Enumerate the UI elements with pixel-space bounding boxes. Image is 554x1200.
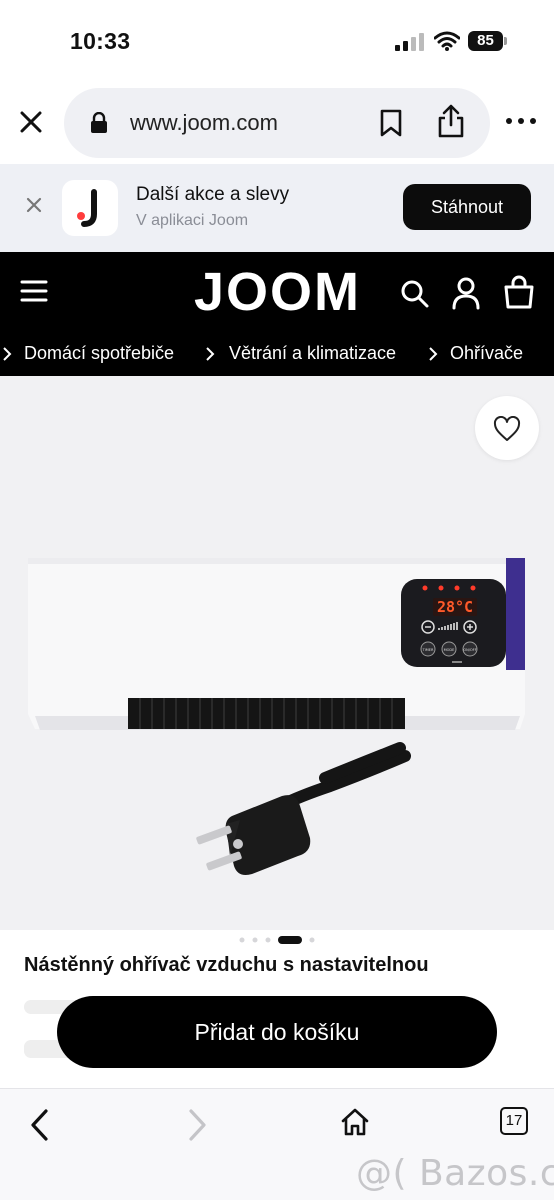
product-title: Nástěnný ohřívač vzduchu s nastavitelnou	[24, 954, 429, 976]
more-icon[interactable]	[505, 116, 537, 126]
user-icon[interactable]	[451, 276, 481, 310]
close-icon[interactable]	[16, 107, 46, 137]
browser-bottom-bar: 17 @( Bazos.cz	[0, 1088, 554, 1200]
menu-icon[interactable]	[20, 279, 48, 303]
chevron-right-icon	[206, 347, 215, 361]
home-icon[interactable]	[340, 1107, 370, 1137]
tabs-button[interactable]: 17	[500, 1107, 528, 1135]
display-button-label: TIMER	[422, 648, 434, 652]
signal-icon	[395, 33, 424, 51]
back-icon[interactable]	[28, 1107, 52, 1143]
status-time: 10:33	[70, 28, 131, 54]
heart-icon	[493, 416, 521, 441]
status-bar: 10:33 85	[0, 0, 554, 80]
breadcrumb: Domácí spotřebiče Větrání a klimatizace …	[0, 332, 554, 376]
battery-icon: 85	[468, 31, 508, 51]
browser-toolbar: www.joom.com	[0, 80, 554, 164]
joom-app-logo	[62, 180, 118, 236]
search-icon[interactable]	[400, 279, 430, 309]
url-text: www.joom.com	[130, 110, 278, 135]
site-header: JOOM	[0, 252, 554, 332]
site-logo[interactable]: JOOM	[185, 262, 370, 322]
banner-title: Další akce a slevy	[136, 184, 290, 205]
chevron-right-icon	[3, 347, 12, 361]
gallery-dots[interactable]	[236, 935, 320, 945]
banner-close-icon[interactable]	[24, 195, 44, 215]
breadcrumb-item[interactable]: Domácí spotřebiče	[24, 343, 174, 364]
chevron-right-icon	[429, 347, 438, 361]
wishlist-button[interactable]	[475, 396, 539, 460]
product-image: 28°C TIMER MODE ON/OFF	[28, 558, 525, 875]
display-button-label: ON/OFF	[463, 648, 476, 652]
app-banner: Další akce a slevy V aplikaci Joom Stáhn…	[0, 164, 554, 252]
bag-icon[interactable]	[503, 275, 535, 309]
display-temperature: 28°C	[437, 598, 473, 616]
battery-level: 85	[468, 31, 503, 51]
display-button-label: MODE	[444, 648, 455, 652]
bookmark-icon[interactable]	[379, 109, 403, 137]
product-image-gallery[interactable]: 28°C TIMER MODE ON/OFF	[0, 376, 554, 930]
watermark: @( Bazos.cz	[356, 1153, 554, 1194]
download-button[interactable]: Stáhnout	[403, 184, 531, 230]
wifi-icon	[434, 31, 460, 51]
add-to-cart-button[interactable]: Přidat do košíku	[57, 996, 497, 1068]
forward-icon[interactable]	[185, 1107, 209, 1143]
lock-icon	[91, 112, 107, 133]
breadcrumb-item[interactable]: Větrání a klimatizace	[229, 343, 396, 364]
breadcrumb-item[interactable]: Ohřívače	[450, 343, 523, 364]
banner-subtitle: V aplikaci Joom	[136, 212, 249, 229]
share-icon[interactable]	[436, 103, 466, 139]
address-bar[interactable]: www.joom.com	[64, 88, 490, 158]
